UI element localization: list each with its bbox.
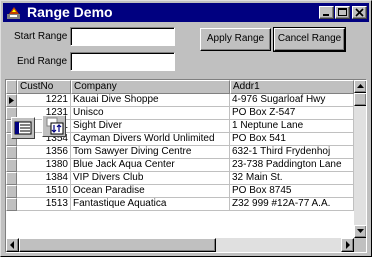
- cell-addr1[interactable]: PO Box 541: [230, 133, 354, 146]
- cancel-range-button[interactable]: Cancel Range: [273, 27, 346, 52]
- cell-addr1[interactable]: 1 Neptune Lane: [230, 120, 354, 133]
- end-range-input[interactable]: [70, 52, 175, 71]
- table-row[interactable]: 1510 Ocean Paradise PO Box 8745: [6, 185, 354, 198]
- current-row-arrow-icon: [9, 97, 14, 104]
- minimize-icon[interactable]: [319, 6, 334, 19]
- cell-company[interactable]: Fantastique Aquatica: [71, 198, 230, 211]
- column-header-custno[interactable]: CustNo: [17, 80, 71, 94]
- cell-custno[interactable]: 1510: [17, 185, 71, 198]
- cell-addr1[interactable]: PO Box 8745: [230, 185, 354, 198]
- horizontal-scroll-thumb[interactable]: [19, 238, 216, 252]
- customer-grid[interactable]: CustNo Company Addr1 1221 Kauai Dive Shop…: [5, 79, 367, 253]
- column-header-addr1[interactable]: Addr1: [230, 80, 354, 94]
- cell-custno[interactable]: 1221: [17, 94, 71, 107]
- vertical-scroll-thumb[interactable]: [354, 93, 366, 106]
- cell-custno[interactable]: 1380: [17, 159, 71, 172]
- scrollbar-corner: [354, 238, 366, 252]
- cell-company[interactable]: VIP Divers Club: [71, 172, 230, 185]
- borland-app-icon[interactable]: [6, 5, 22, 20]
- table-row[interactable]: 1356 Tom Sawyer Diving Centre 632-1 Third …: [6, 146, 354, 159]
- start-range-input[interactable]: [70, 27, 175, 46]
- maximize-icon[interactable]: [335, 6, 350, 19]
- apply-range-button[interactable]: Apply Range: [200, 28, 271, 51]
- row-indicator[interactable]: [6, 146, 17, 159]
- table-row[interactable]: 1513 Fantastique Aquatica Z32 999 #12A-77 …: [6, 198, 354, 211]
- cell-addr1[interactable]: Z32 999 #12A-77 A.A.: [230, 198, 354, 211]
- table-component-icon[interactable]: [11, 117, 35, 139]
- cell-company[interactable]: Cayman Divers World Unlimited: [71, 133, 230, 146]
- scroll-up-icon[interactable]: [354, 80, 366, 93]
- table-row[interactable]: 1221 Kauai Dive Shoppe 4-976 Sugarloaf Hwy: [6, 94, 354, 107]
- column-header-company[interactable]: Company: [71, 80, 230, 94]
- cell-addr1[interactable]: 4-976 Sugarloaf Hwy: [230, 94, 354, 107]
- cell-custno[interactable]: 1384: [17, 172, 71, 185]
- start-range-label: Start Range: [14, 31, 68, 42]
- cell-addr1[interactable]: 632-1 Third Frydenhoj: [230, 146, 354, 159]
- cell-company[interactable]: Sight Diver: [71, 120, 230, 133]
- cell-addr1[interactable]: PO Box Z-547: [230, 107, 354, 120]
- cell-custno[interactable]: 1513: [17, 198, 71, 211]
- cell-addr1[interactable]: 32 Main St.: [230, 172, 354, 185]
- scroll-down-icon[interactable]: [354, 225, 366, 238]
- row-indicator[interactable]: [6, 172, 17, 185]
- horizontal-scrollbar[interactable]: [6, 238, 354, 252]
- window-title: Range Demo: [27, 4, 113, 20]
- scroll-right-icon[interactable]: [341, 238, 354, 252]
- grid-header-row: CustNo Company Addr1: [6, 80, 354, 94]
- table-row[interactable]: 1384 VIP Divers Club 32 Main St.: [6, 172, 354, 185]
- cell-company[interactable]: Blue Jack Aqua Center: [71, 159, 230, 172]
- sort-component-icon[interactable]: [42, 115, 66, 137]
- title-bar[interactable]: Range Demo: [3, 3, 369, 22]
- table-row[interactable]: 1380 Blue Jack Aqua Center 23-738 Paddingt…: [6, 159, 354, 172]
- range-demo-window: Range Demo Start Range End Range Apply R…: [0, 0, 372, 257]
- end-range-label: End Range: [17, 56, 68, 67]
- cell-custno[interactable]: 1356: [17, 146, 71, 159]
- close-icon[interactable]: [352, 6, 367, 19]
- row-indicator[interactable]: [6, 185, 17, 198]
- cell-company[interactable]: Ocean Paradise: [71, 185, 230, 198]
- cell-company[interactable]: Tom Sawyer Diving Centre: [71, 146, 230, 159]
- row-indicator[interactable]: [6, 94, 17, 107]
- row-indicator[interactable]: [6, 159, 17, 172]
- cell-company[interactable]: Unisco: [71, 107, 230, 120]
- scroll-left-icon[interactable]: [6, 238, 19, 252]
- cell-company[interactable]: Kauai Dive Shoppe: [71, 94, 230, 107]
- row-indicator[interactable]: [6, 198, 17, 211]
- vertical-scrollbar[interactable]: [354, 80, 366, 238]
- header-indicator: [6, 80, 17, 94]
- cell-addr1[interactable]: 23-738 Paddington Lane: [230, 159, 354, 172]
